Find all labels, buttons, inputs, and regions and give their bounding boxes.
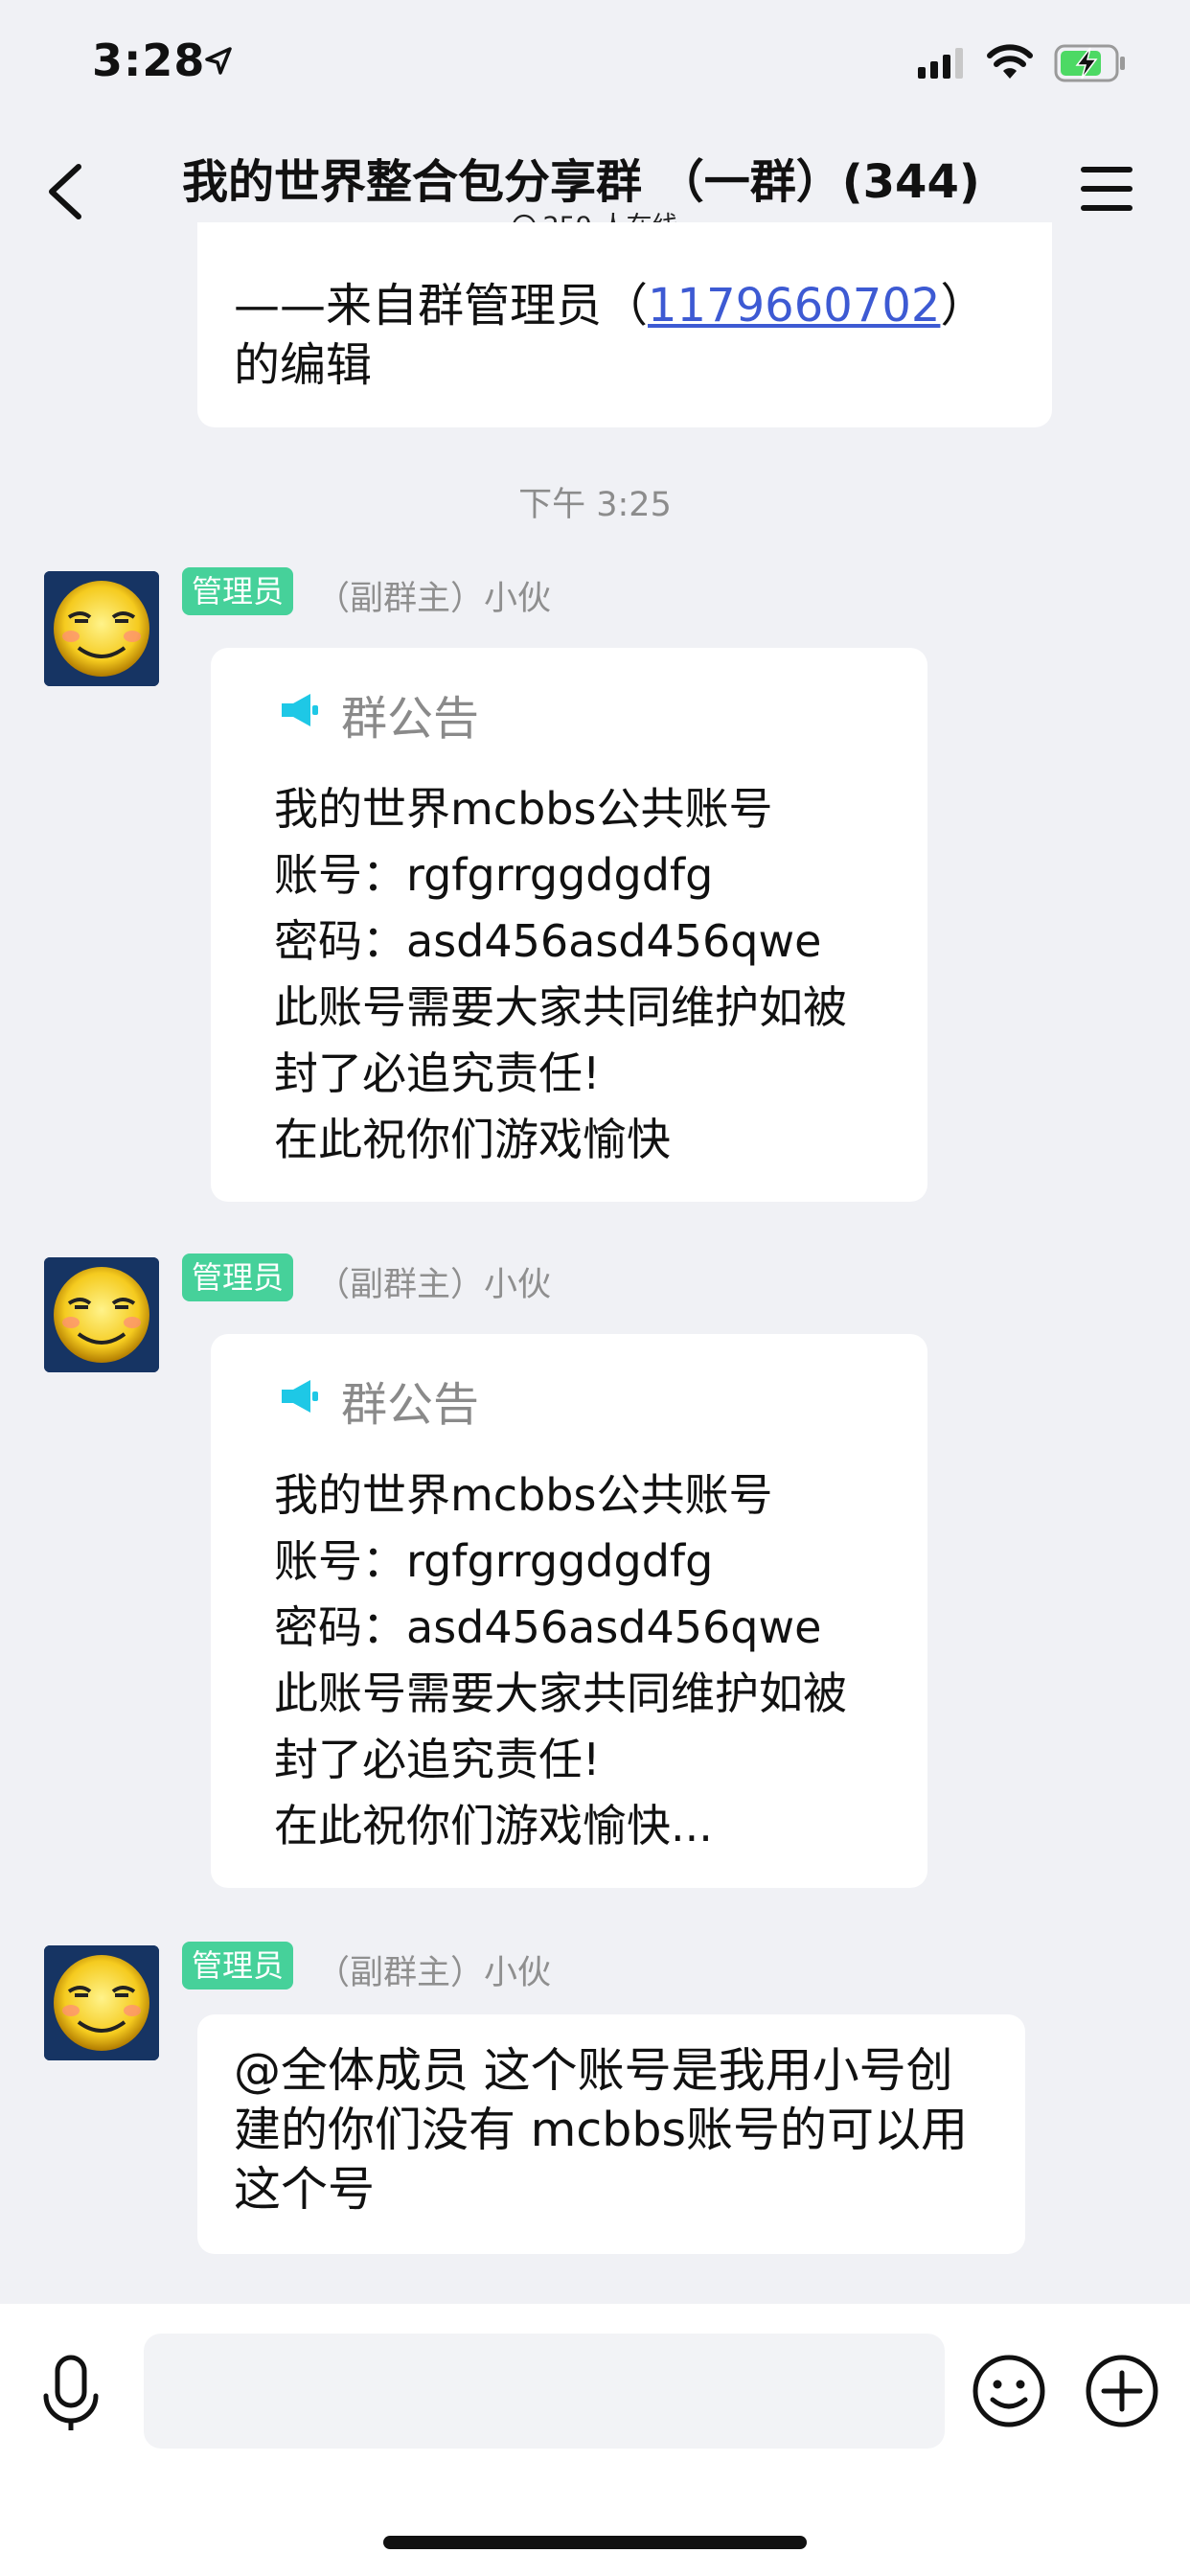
message-line: 这个号 xyxy=(234,2162,376,2217)
avatar[interactable] xyxy=(44,571,159,686)
message-line: 建的你们没有 mcbbs账号的可以用 xyxy=(234,2103,968,2157)
announcement-heading: 群公告 xyxy=(341,1378,480,1432)
announcement-line: 密码：asd456asd456qwe xyxy=(274,915,822,967)
quoted-suffix: ） xyxy=(940,279,987,333)
emoji-icon[interactable] xyxy=(972,2354,1046,2428)
quoted-prefix: ——来自群管理员（ xyxy=(234,279,649,333)
announcement-line: 此账号需要大家共同维护如被 xyxy=(274,1668,847,1719)
announcement-line: 封了必追究责任! xyxy=(274,1734,601,1785)
announcement-line: 账号：rgfgrrggdgdfg xyxy=(274,849,714,901)
home-indicator[interactable] xyxy=(383,2536,807,2549)
sender-name[interactable]: （副群主）小伙 xyxy=(316,571,551,620)
sender-name[interactable]: （副群主）小伙 xyxy=(316,1945,551,1994)
battery-charging-icon xyxy=(1054,44,1125,82)
avatar[interactable] xyxy=(44,1257,159,1372)
quoted-text: ——来自群管理员（1179660702） 的编辑 xyxy=(234,276,1000,395)
megaphone-icon xyxy=(282,1380,318,1413)
announcement-heading: 群公告 xyxy=(341,692,480,746)
microphone-icon[interactable] xyxy=(40,2354,102,2432)
admin-badge: 管理员 xyxy=(182,567,294,615)
megaphone-icon xyxy=(282,694,318,726)
cellular-signal-icon xyxy=(918,48,963,79)
announcement-line: 在此祝你们游戏愉快... xyxy=(274,1800,713,1852)
sender-name[interactable]: （副群主）小伙 xyxy=(316,1257,551,1306)
admin-id-link[interactable]: 1179660702 xyxy=(648,279,940,333)
admin-badge: 管理员 xyxy=(182,1942,294,1990)
wifi-icon xyxy=(987,44,1033,79)
status-time: 3:28 xyxy=(92,34,206,86)
admin-badge: 管理员 xyxy=(182,1254,294,1301)
timestamp: 下午 3:25 xyxy=(518,486,672,524)
smiley-avatar-icon xyxy=(44,1257,159,1372)
announcement-line: 封了必追究责任! xyxy=(274,1047,601,1099)
announcement-body: 我的世界mcbbs公共账号 账号：rgfgrrggdgdfg 密码：asd456… xyxy=(274,776,887,1173)
announcement-line: 密码：asd456asd456qwe xyxy=(274,1601,822,1653)
announcement-line: 我的世界mcbbs公共账号 xyxy=(274,783,773,835)
message-text: @全体成员 这个账号是我用小号创 建的你们没有 mcbbs账号的可以用 这个号 xyxy=(234,2041,1000,2220)
announcement-line: 账号：rgfgrrggdgdfg xyxy=(274,1535,714,1587)
location-arrow-icon xyxy=(205,47,232,75)
announcement-line: 我的世界mcbbs公共账号 xyxy=(274,1469,773,1521)
smiley-avatar-icon xyxy=(44,571,159,686)
avatar[interactable] xyxy=(44,1945,159,2060)
smiley-avatar-icon xyxy=(44,1945,159,2060)
announcement-line: 在此祝你们游戏愉快 xyxy=(274,1114,671,1165)
menu-icon[interactable] xyxy=(1081,165,1133,213)
announcement-body: 我的世界mcbbs公共账号 账号：rgfgrrggdgdfg 密码：asd456… xyxy=(274,1462,887,1859)
quoted-line2: 的编辑 xyxy=(234,338,373,392)
plus-icon[interactable] xyxy=(1085,2354,1159,2428)
chat-title[interactable]: 我的世界整合包分享群 （一群）(344) xyxy=(182,144,1016,211)
message-line: @全体成员 这个账号是我用小号创 xyxy=(234,2043,953,2098)
message-input[interactable] xyxy=(144,2334,945,2449)
announcement-line: 此账号需要大家共同维护如被 xyxy=(274,981,847,1033)
